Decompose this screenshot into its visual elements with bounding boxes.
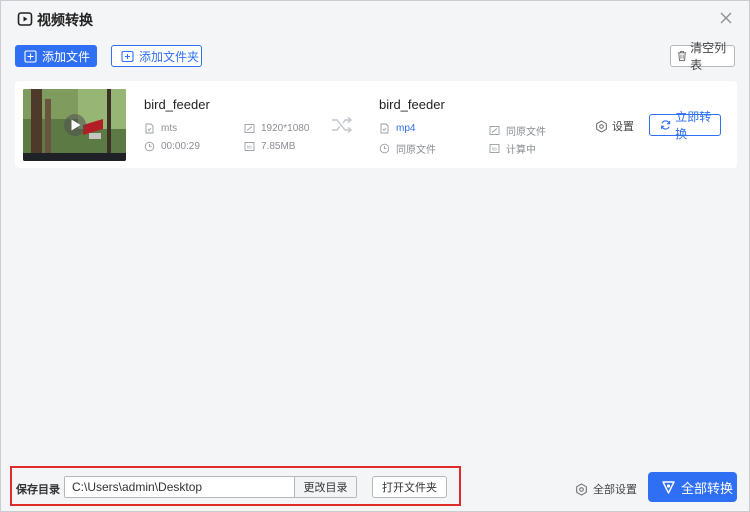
file-size-icon: kb [244, 142, 255, 151]
clock-icon [144, 141, 155, 152]
refresh-icon [661, 120, 671, 130]
resolution-icon [489, 126, 500, 135]
video-convert-icon [17, 12, 33, 26]
svg-text:kb: kb [247, 145, 252, 150]
title-bar: 视频转换 [1, 1, 749, 37]
target-size-value: 计算中 [506, 145, 536, 156]
convert-all-button[interactable]: 全部转换 [648, 472, 737, 502]
clock-icon [379, 143, 390, 154]
thumbnail-image [23, 89, 126, 153]
target-file-name: bird_feeder [379, 97, 445, 112]
convert-now-label: 立即转换 [675, 110, 712, 141]
clear-list-label: 清空列表 [690, 41, 727, 72]
convert-now-button[interactable]: 立即转换 [649, 110, 721, 141]
source-format-value: mts [161, 123, 178, 134]
source-duration-value: 00:00:29 [161, 141, 200, 152]
all-settings-label: 全部设置 [593, 484, 637, 496]
format-icon [145, 123, 154, 134]
format-icon [380, 123, 389, 134]
target-resolution: 同原文件 [489, 123, 546, 138]
gear-icon [596, 119, 607, 133]
source-format: mts [144, 123, 177, 134]
thumbnail-bar [23, 153, 126, 161]
open-folder-button[interactable]: 打开文件夹 [372, 476, 447, 498]
file-settings-label: 设置 [612, 121, 634, 133]
file-size-icon: kb [489, 144, 500, 153]
target-format[interactable]: mp4 [379, 123, 415, 134]
target-resolution-value: 同原文件 [506, 127, 546, 138]
save-path-input[interactable] [65, 477, 294, 497]
target-duration-value: 同原文件 [396, 145, 436, 156]
source-file-name: bird_feeder [144, 97, 210, 112]
source-resolution-value: 1920*1080 [261, 123, 310, 134]
svg-text:kb: kb [492, 147, 497, 152]
trash-icon [677, 50, 687, 62]
target-duration: 同原文件 [379, 141, 436, 156]
source-duration: 00:00:29 [144, 141, 200, 152]
all-settings-button[interactable]: 全部设置 [575, 481, 637, 497]
clear-list-button[interactable]: 清空列表 [670, 41, 735, 72]
resolution-icon [244, 124, 255, 133]
video-converter-window: 视频转换 添加文件 添加文件夹 清空列表 bird_feeder mts 00:… [0, 0, 750, 512]
add-file-icon [24, 49, 37, 63]
change-directory-button[interactable]: 更改目录 [294, 477, 356, 497]
target-format-value: mp4 [396, 123, 416, 134]
convert-all-icon [662, 480, 675, 494]
target-size: kb 计算中 [489, 141, 536, 156]
add-file-label: 添加文件 [42, 49, 91, 64]
close-icon[interactable] [719, 11, 733, 25]
convert-all-label: 全部转换 [681, 480, 734, 496]
file-settings-button[interactable]: 设置 [595, 118, 634, 134]
window-title: 视频转换 [37, 12, 93, 28]
source-size-value: 7.85MB [261, 141, 296, 152]
convert-arrow-icon [332, 116, 353, 134]
add-folder-icon [121, 50, 134, 62]
save-path-group: 更改目录 [64, 476, 357, 498]
add-folder-button[interactable]: 添加文件夹 [111, 45, 202, 67]
save-directory-label: 保存目录 [16, 484, 60, 496]
add-file-button[interactable]: 添加文件 [15, 45, 97, 67]
source-size: kb 7.85MB [244, 141, 295, 152]
gear-icon [576, 482, 587, 496]
source-resolution: 1920*1080 [244, 123, 309, 134]
video-thumbnail[interactable] [23, 89, 126, 161]
add-folder-label: 添加文件夹 [139, 49, 200, 64]
file-item: bird_feeder mts 00:00:29 1920*1080 kb 7.… [15, 81, 737, 168]
